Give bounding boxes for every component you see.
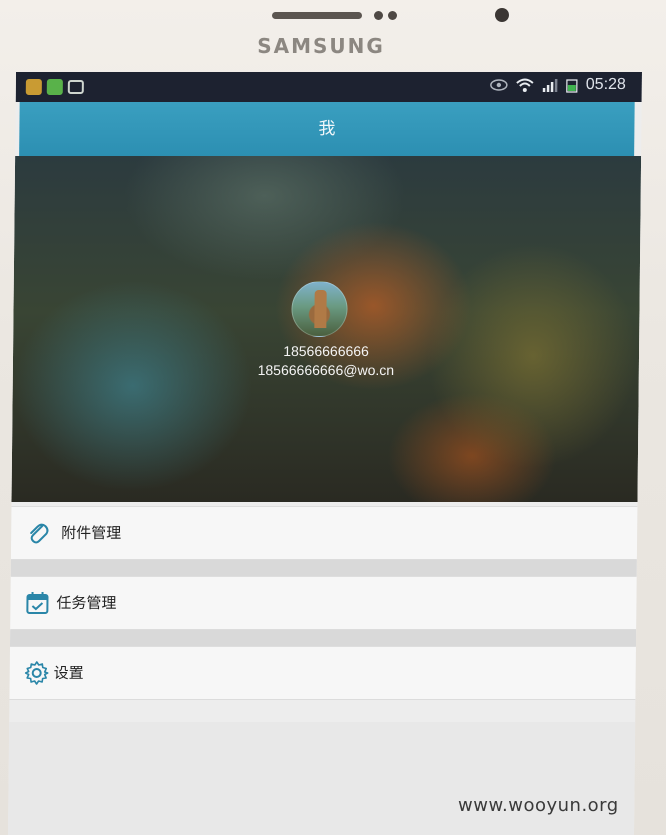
light-sensor	[388, 11, 397, 20]
paperclip-icon	[30, 523, 49, 544]
status-bar: 05:28	[15, 72, 642, 102]
eye-icon	[490, 79, 508, 91]
profile-phone: 18566666666	[283, 343, 369, 359]
profile-email: 18566666666@wo.cn	[257, 362, 395, 378]
menu-item-label: 任务管理	[56, 594, 117, 612]
menu-divider	[9, 630, 637, 646]
earpiece-speaker	[272, 12, 362, 19]
status-time: 05:28	[585, 76, 626, 93]
menu-item-attachments[interactable]: 附件管理	[10, 506, 638, 560]
app-screen: 05:28 我 18566666666 18566666666@wo.cn 附件…	[8, 72, 642, 835]
proximity-sensor	[374, 11, 383, 20]
menu-item-settings[interactable]: 设置	[9, 646, 636, 700]
page-title: 我	[19, 102, 635, 156]
notification-wechat-icon	[46, 79, 63, 95]
empty-content-area	[8, 722, 636, 835]
status-icons: 05:28	[490, 76, 626, 94]
profile-header: 18566666666 18566666666@wo.cn	[11, 156, 642, 502]
menu-item-label: 设置	[53, 664, 84, 682]
battery-icon	[566, 79, 578, 93]
front-camera	[495, 8, 509, 22]
device-brand-logo: SAMSUNG	[257, 34, 385, 58]
notification-icons	[25, 79, 84, 95]
menu-item-tasks[interactable]: 任务管理	[10, 576, 637, 630]
watermark: www.wooyun.org	[458, 795, 619, 816]
calendar-icon	[26, 592, 49, 614]
notification-screen-icon	[67, 80, 84, 94]
menu-item-label: 附件管理	[61, 524, 122, 542]
avatar[interactable]	[291, 281, 348, 337]
notification-app-icon	[25, 79, 42, 95]
avatar-image	[314, 290, 327, 328]
signal-icon	[542, 79, 558, 92]
gear-icon	[24, 661, 49, 685]
menu-divider	[10, 560, 637, 576]
wifi-icon	[516, 78, 534, 92]
